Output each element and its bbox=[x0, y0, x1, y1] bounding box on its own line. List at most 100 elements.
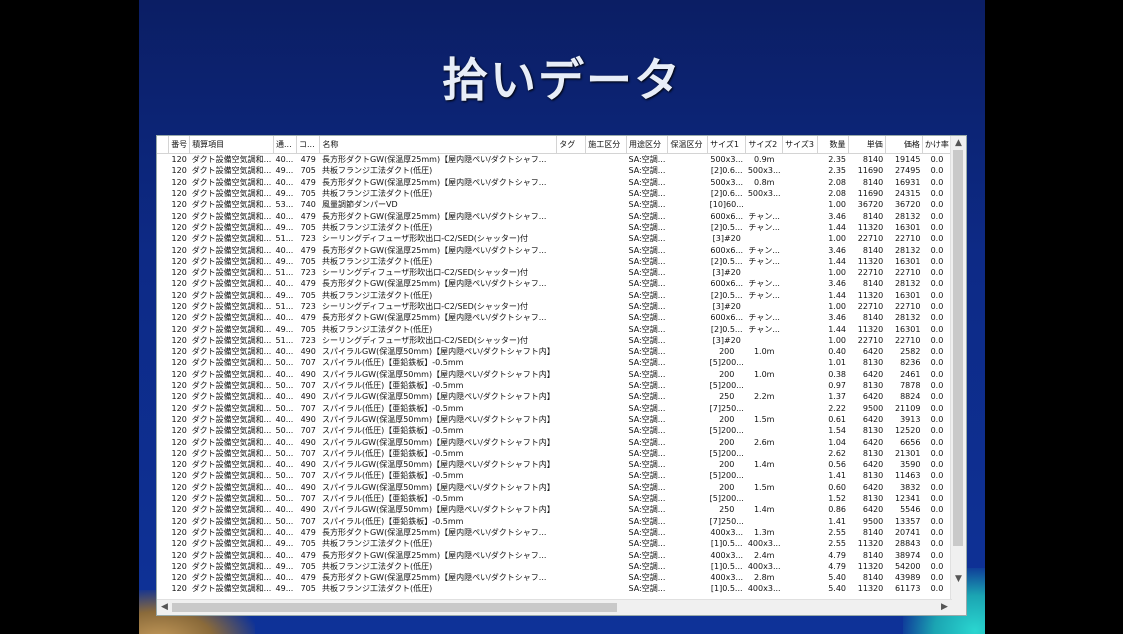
row-header-cell[interactable] bbox=[157, 165, 169, 176]
scroll-down-icon[interactable]: ▼ bbox=[951, 572, 966, 587]
table-row[interactable]: 120 ダクト設備空気調和... 49... 705 共板フランジ工法ダクト(低圧) SA… bbox=[157, 323, 952, 334]
row-header-cell[interactable] bbox=[157, 470, 169, 481]
table-row[interactable]: 120 ダクト設備空気調和... 40... 490 スパイラルGW(保温厚50mm)【… bbox=[157, 414, 952, 425]
row-header-cell[interactable] bbox=[157, 335, 169, 346]
row-header-cell[interactable] bbox=[157, 346, 169, 357]
table-row[interactable]: 120 ダクト設備空気調和... 50... 707 スパイラル(低圧)【亜鉛鉄板】-0… bbox=[157, 380, 952, 391]
table-row[interactable]: 120 ダクト設備空気調和... 50... 707 スパイラル(低圧)【亜鉛鉄板】-0… bbox=[157, 448, 952, 459]
table-row[interactable]: 120 ダクト設備空気調和... 40... 479 長方形ダクトGW(保温厚25mm)… bbox=[157, 210, 952, 221]
row-header-cell[interactable] bbox=[157, 301, 169, 312]
table-row[interactable]: 120 ダクト設備空気調和... 40... 479 長方形ダクトGW(保温厚25mm)… bbox=[157, 154, 952, 166]
row-header-cell[interactable] bbox=[157, 561, 169, 572]
row-header-cell[interactable] bbox=[157, 493, 169, 504]
table-row[interactable]: 120 ダクト設備空気調和... 40... 490 スパイラルGW(保温厚50mm)【… bbox=[157, 482, 952, 493]
row-header-cell[interactable] bbox=[157, 527, 169, 538]
column-header[interactable]: 保温区分 bbox=[667, 136, 709, 154]
table-row[interactable]: 120 ダクト設備空気調和... 40... 479 長方形ダクトGW(保温厚25mm)… bbox=[157, 527, 952, 538]
row-header-cell[interactable] bbox=[157, 369, 169, 380]
table-row[interactable]: 120 ダクト設備空気調和... 53... 740 風量調節ダンパーVD SA:空調..… bbox=[157, 199, 952, 210]
table-row[interactable]: 120 ダクト設備空気調和... 40... 490 スパイラルGW(保温厚50mm)【… bbox=[157, 391, 952, 402]
table-row[interactable]: 120 ダクト設備空気調和... 40... 479 長方形ダクトGW(保温厚25mm)… bbox=[157, 549, 952, 560]
column-header[interactable]: かけ率 bbox=[922, 136, 952, 154]
column-header[interactable]: 数量 bbox=[817, 136, 849, 154]
table-row[interactable]: 120 ダクト設備空気調和... 49... 705 共板フランジ工法ダクト(低圧) SA… bbox=[157, 561, 952, 572]
row-header-cell[interactable] bbox=[157, 538, 169, 549]
table-row[interactable]: 120 ダクト設備空気調和... 50... 707 スパイラル(低圧)【亜鉛鉄板】-0… bbox=[157, 493, 952, 504]
table-row[interactable]: 120 ダクト設備空気調和... 49... 705 共板フランジ工法ダクト(低圧) SA… bbox=[157, 583, 952, 594]
column-header[interactable]: サイズ1 bbox=[707, 136, 747, 154]
row-header-cell[interactable] bbox=[157, 267, 169, 278]
row-header-cell[interactable] bbox=[157, 188, 169, 199]
column-header[interactable]: コ... bbox=[296, 136, 321, 154]
row-header-cell[interactable] bbox=[157, 244, 169, 255]
table-row[interactable]: 120 ダクト設備空気調和... 40... 479 長方形ダクトGW(保温厚25mm)… bbox=[157, 278, 952, 289]
row-header-cell[interactable] bbox=[157, 233, 169, 244]
row-header-cell[interactable] bbox=[157, 256, 169, 267]
column-header[interactable]: 施工区分 bbox=[585, 136, 627, 154]
table-row[interactable]: 120 ダクト設備空気調和... 51... 723 シーリングディフューザ形吹出口-C… bbox=[157, 301, 952, 312]
table-row[interactable]: 120 ダクト設備空気調和... 50... 707 スパイラル(低圧)【亜鉛鉄板】-0… bbox=[157, 470, 952, 481]
column-header[interactable]: サイズ2 bbox=[745, 136, 784, 154]
row-header-cell[interactable] bbox=[157, 425, 169, 436]
scroll-left-icon[interactable]: ◀ bbox=[157, 600, 172, 615]
row-header-cell[interactable] bbox=[157, 403, 169, 414]
column-header[interactable]: 名称 bbox=[319, 136, 558, 154]
row-header-cell[interactable] bbox=[157, 572, 169, 583]
table-row[interactable]: 120 ダクト設備空気調和... 40... 490 スパイラルGW(保温厚50mm)【… bbox=[157, 459, 952, 470]
table-row[interactable]: 120 ダクト設備空気調和... 49... 705 共板フランジ工法ダクト(低圧) SA… bbox=[157, 222, 952, 233]
table-row[interactable]: 120 ダクト設備空気調和... 40... 479 長方形ダクトGW(保温厚25mm)… bbox=[157, 244, 952, 255]
vertical-scroll-thumb[interactable] bbox=[953, 150, 963, 546]
row-header-cell[interactable] bbox=[157, 177, 169, 188]
table-row[interactable]: 120 ダクト設備空気調和... 49... 705 共板フランジ工法ダクト(低圧) SA… bbox=[157, 188, 952, 199]
column-header[interactable]: 単価 bbox=[848, 136, 886, 154]
row-header-cell[interactable] bbox=[157, 323, 169, 334]
row-header-cell[interactable] bbox=[157, 583, 169, 594]
row-header-cell[interactable] bbox=[157, 199, 169, 210]
table-row[interactable]: 120 ダクト設備空気調和... 50... 707 スパイラル(低圧)【亜鉛鉄板】-0… bbox=[157, 516, 952, 527]
column-header[interactable]: 積算項目 bbox=[189, 136, 275, 154]
row-header-cell[interactable] bbox=[157, 278, 169, 289]
row-header-cell[interactable] bbox=[157, 459, 169, 470]
table-row[interactable]: 120 ダクト設備空気調和... 51... 723 シーリングディフューザ形吹出口-C… bbox=[157, 335, 952, 346]
row-header-cell[interactable] bbox=[157, 210, 169, 221]
row-header-cell[interactable] bbox=[157, 482, 169, 493]
table-row[interactable]: 120 ダクト設備空気調和... 50... 707 スパイラル(低圧)【亜鉛鉄板】-0… bbox=[157, 403, 952, 414]
row-header-cell[interactable] bbox=[157, 414, 169, 425]
row-header-cell[interactable] bbox=[157, 222, 169, 233]
row-header-cell[interactable] bbox=[157, 312, 169, 323]
row-header-cell[interactable] bbox=[157, 516, 169, 527]
table-row[interactable]: 120 ダクト設備空気調和... 40... 490 スパイラルGW(保温厚50mm)【… bbox=[157, 504, 952, 515]
table-row[interactable]: 120 ダクト設備空気調和... 40... 479 長方形ダクトGW(保温厚25mm)… bbox=[157, 572, 952, 583]
column-header[interactable]: 通... bbox=[273, 136, 297, 154]
table-row[interactable]: 120 ダクト設備空気調和... 49... 705 共板フランジ工法ダクト(低圧) SA… bbox=[157, 290, 952, 301]
table-row[interactable]: 120 ダクト設備空気調和... 49... 705 共板フランジ工法ダクト(低圧) SA… bbox=[157, 165, 952, 176]
row-header-cell[interactable] bbox=[157, 436, 169, 447]
table-row[interactable]: 120 ダクト設備空気調和... 50... 707 スパイラル(低圧)【亜鉛鉄板】-0… bbox=[157, 357, 952, 368]
row-header-cell[interactable] bbox=[157, 391, 169, 402]
table-row[interactable]: 120 ダクト設備空気調和... 49... 705 共板フランジ工法ダクト(低圧) SA… bbox=[157, 256, 952, 267]
column-header[interactable]: タグ bbox=[556, 136, 587, 154]
table-row[interactable]: 120 ダクト設備空気調和... 50... 707 スパイラル(低圧)【亜鉛鉄板】-0… bbox=[157, 425, 952, 436]
row-header-cell[interactable] bbox=[157, 549, 169, 560]
table-row[interactable]: 120 ダクト設備空気調和... 49... 705 共板フランジ工法ダクト(低圧) SA… bbox=[157, 538, 952, 549]
table-row[interactable]: 120 ダクト設備空気調和... 40... 479 長方形ダクトGW(保温厚25mm)… bbox=[157, 177, 952, 188]
table-row[interactable]: 120 ダクト設備空気調和... 40... 490 スパイラルGW(保温厚50mm)【… bbox=[157, 436, 952, 447]
column-header[interactable]: 番号 bbox=[168, 136, 191, 154]
horizontal-scrollbar[interactable]: ◀ ▶ bbox=[157, 599, 952, 615]
row-header-cell[interactable] bbox=[157, 504, 169, 515]
row-header-cell[interactable] bbox=[157, 154, 169, 166]
horizontal-scroll-thumb[interactable] bbox=[172, 603, 617, 612]
table-row[interactable]: 120 ダクト設備空気調和... 51... 723 シーリングディフューザ形吹出口-C… bbox=[157, 233, 952, 244]
row-header-cell[interactable] bbox=[157, 290, 169, 301]
row-header-cell[interactable] bbox=[157, 357, 169, 368]
table-row[interactable]: 120 ダクト設備空気調和... 51... 723 シーリングディフューザ形吹出口-C… bbox=[157, 267, 952, 278]
column-header[interactable]: サイズ3 bbox=[782, 136, 819, 154]
table-row[interactable]: 120 ダクト設備空気調和... 40... 490 スパイラルGW(保温厚50mm)【… bbox=[157, 369, 952, 380]
column-header[interactable]: 価格 bbox=[885, 136, 923, 154]
column-header[interactable]: 用途区分 bbox=[626, 136, 669, 154]
scroll-up-icon[interactable]: ▲ bbox=[951, 136, 966, 151]
table-row[interactable]: 120 ダクト設備空気調和... 40... 479 長方形ダクトGW(保温厚25mm)… bbox=[157, 312, 952, 323]
row-header-cell[interactable] bbox=[157, 448, 169, 459]
table-row[interactable]: 120 ダクト設備空気調和... 40... 490 スパイラルGW(保温厚50mm)【… bbox=[157, 346, 952, 357]
row-header-cell[interactable] bbox=[157, 380, 169, 391]
